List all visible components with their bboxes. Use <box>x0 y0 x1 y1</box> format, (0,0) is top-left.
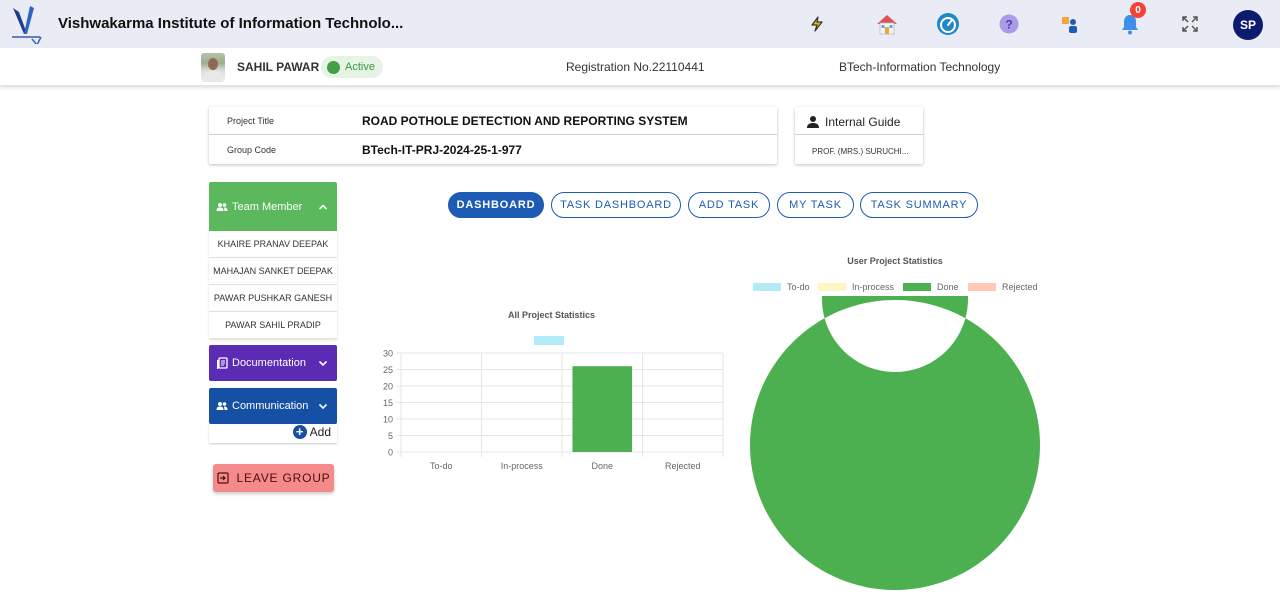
project-title-value: ROAD POTHOLE DETECTION AND REPORTING SYS… <box>362 114 688 128</box>
y-tick-label: 10 <box>383 415 393 425</box>
document-icon <box>217 357 228 369</box>
team-member-header[interactable]: Team Member <box>209 182 337 231</box>
dashboard-gauge-icon[interactable] <box>935 11 961 37</box>
group-icon <box>216 202 228 211</box>
guide-name: PROF. (MRS.) SURUCHI... <box>812 147 909 156</box>
x-tick-label: Rejected <box>665 461 701 471</box>
bar-done <box>572 366 633 452</box>
pie-chart-title: User Project Statistics <box>847 256 943 266</box>
communication-header[interactable]: Communication <box>209 388 337 424</box>
project-title-row: Project Title ROAD POTHOLE DETECTION AND… <box>209 107 777 135</box>
fullscreen-icon[interactable] <box>1177 11 1203 37</box>
student-photo <box>201 53 225 82</box>
list-item[interactable]: KHAIRE PRANAV DEEPAK <box>209 231 337 258</box>
team-member-label: Team Member <box>232 200 303 213</box>
chevron-up-icon <box>318 203 328 210</box>
guide-header: Internal Guide <box>795 107 923 135</box>
chevron-down-icon <box>318 360 328 367</box>
leave-group-label: LEAVE GROUP <box>236 471 331 485</box>
leave-group-button[interactable]: LEAVE GROUP <box>213 464 334 492</box>
student-info-bar: SAHIL PAWAR Active Registration No.22110… <box>0 48 1280 86</box>
tab-my-task[interactable]: MY TASK <box>777 192 854 218</box>
status-dot-icon <box>327 60 340 74</box>
legend-label: Done <box>937 282 959 292</box>
top-app-bar: Vishwakarma Institute of Information Tec… <box>0 0 1280 48</box>
tab-task-summary[interactable]: TASK SUMMARY <box>860 192 978 218</box>
group-icon <box>216 402 228 410</box>
tab-task-dashboard[interactable]: TASK DASHBOARD <box>551 192 681 218</box>
institute-logo <box>12 6 42 44</box>
svg-text:?: ? <box>1005 18 1012 32</box>
exit-icon <box>216 472 229 484</box>
bar-chart-title: All Project Statistics <box>507 310 596 320</box>
guide-title: Internal Guide <box>825 115 901 129</box>
bell-icon[interactable]: 0 <box>1117 2 1146 37</box>
lightning-icon[interactable] <box>804 11 830 37</box>
group-code-row: Group Code BTech-IT-PRJ-2024-25-1-977 <box>209 136 777 164</box>
legend-swatch <box>968 283 996 291</box>
legend-label: Rejected <box>1002 282 1038 292</box>
student-name: SAHIL PAWAR <box>237 60 320 74</box>
y-tick-label: 25 <box>383 365 393 375</box>
y-tick-label: 5 <box>388 431 393 441</box>
documentation-header[interactable]: Documentation <box>209 345 337 381</box>
x-tick-label: In-process <box>501 461 544 471</box>
list-item[interactable]: PAWAR SAHIL PRADIP <box>209 312 337 339</box>
person-icon <box>807 116 819 128</box>
plus-icon: + <box>292 425 307 439</box>
communication-add-row: + Add <box>209 424 337 443</box>
legend-swatch <box>534 336 564 345</box>
team-member-panel: Team Member KHAIRE PRANAV DEEPAK MAHAJAN… <box>209 182 337 339</box>
project-title-label: Project Title <box>227 116 275 126</box>
add-button[interactable]: + Add <box>292 425 331 439</box>
x-tick-label: To-do <box>430 461 453 471</box>
group-code-label: Group Code <box>227 145 277 155</box>
help-icon[interactable]: ? <box>996 11 1022 37</box>
y-tick-label: 30 <box>383 349 393 359</box>
notification-badge: 0 <box>1130 2 1146 18</box>
group-code-value: BTech-IT-PRJ-2024-25-1-977 <box>362 143 522 157</box>
documentation-label: Documentation <box>232 357 306 369</box>
legend-label: To-do <box>787 282 810 292</box>
legend-swatch <box>903 283 931 291</box>
list-item[interactable]: PAWAR PUSHKAR GANESH <box>209 285 337 312</box>
user-switch-icon[interactable] <box>1057 11 1083 37</box>
pie-legend: To-do In-process Done Rejected <box>753 282 1038 292</box>
tab-dashboard[interactable]: DASHBOARD <box>448 192 544 218</box>
tab-add-task[interactable]: ADD TASK <box>688 192 770 218</box>
legend-label: In-process <box>852 282 895 292</box>
internal-guide-card: Internal Guide PROF. (MRS.) SURUCHI... <box>795 107 923 164</box>
status-label: Active <box>345 61 375 73</box>
app-title: Vishwakarma Institute of Information Tec… <box>58 15 404 32</box>
add-label: Add <box>309 425 331 439</box>
project-info-card: Project Title ROAD POTHOLE DETECTION AND… <box>209 107 777 164</box>
x-tick-label: Done <box>591 461 613 471</box>
list-item[interactable]: MAHAJAN SANKET DEEPAK <box>209 258 337 285</box>
chevron-down-icon <box>318 403 328 410</box>
y-tick-label: 0 <box>388 448 393 458</box>
home-icon[interactable] <box>874 11 900 37</box>
legend-swatch <box>818 283 846 291</box>
status-badge: Active <box>321 56 383 78</box>
bar-chart: 0 5 10 15 20 25 30 To-do In-process Done Rejected <box>383 336 724 471</box>
y-tick-label: 20 <box>383 382 393 392</box>
legend-swatch <box>753 283 781 291</box>
registration-number: Registration No.22110441 <box>566 60 705 74</box>
branch-name: BTech-Information Technology <box>839 60 1001 74</box>
communication-label: Communication <box>232 400 309 412</box>
user-avatar[interactable]: SP <box>1233 10 1263 40</box>
pie-chart <box>750 296 1040 590</box>
y-tick-label: 15 <box>383 398 393 408</box>
